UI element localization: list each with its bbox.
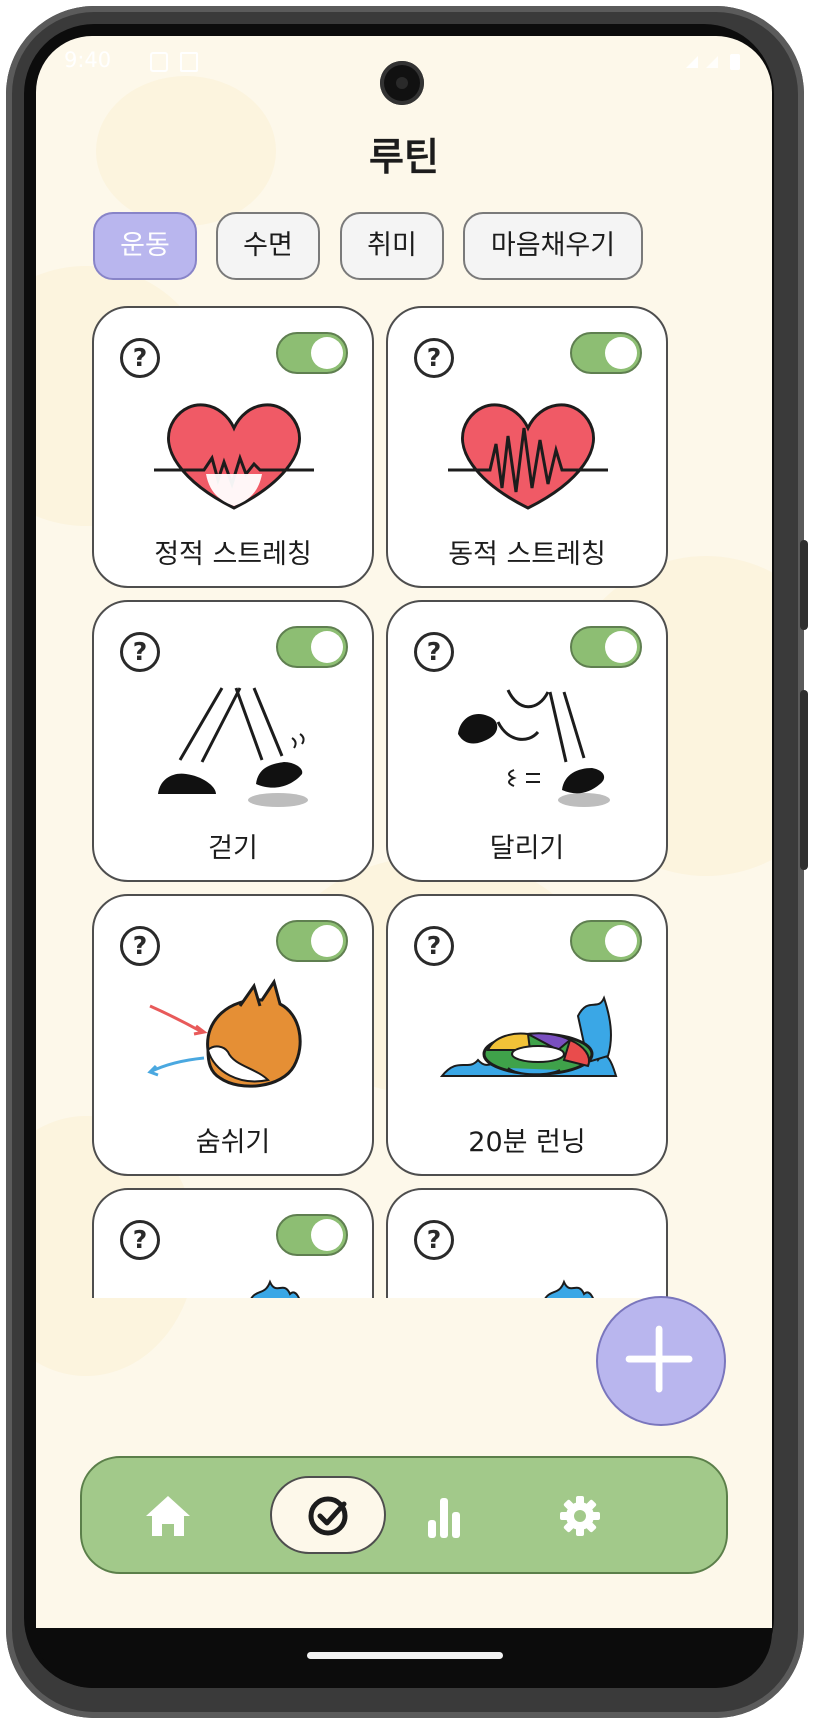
routine-label: 걷기 <box>208 833 258 864</box>
plus-icon <box>625 1325 693 1393</box>
routine-label: 숨쉬기 <box>195 1127 271 1158</box>
routine-card[interactable]: ? 걷기 <box>92 600 374 882</box>
tab-exercise[interactable]: 운동 <box>93 212 197 280</box>
gear-icon <box>560 1496 600 1536</box>
routine-card[interactable]: ? 동적 스트레칭 <box>386 306 668 588</box>
help-icon[interactable]: ? <box>120 926 160 966</box>
routine-label: 20분 런닝 <box>468 1127 586 1158</box>
help-icon[interactable]: ? <box>414 632 454 672</box>
help-icon[interactable]: ? <box>414 1220 454 1260</box>
help-icon[interactable]: ? <box>120 1220 160 1260</box>
routine-toggle[interactable] <box>276 1214 348 1256</box>
toggle-knob <box>311 1219 343 1251</box>
routine-toggle[interactable] <box>276 332 348 374</box>
routine-card[interactable]: ? 달리기 <box>386 600 668 882</box>
help-icon[interactable]: ? <box>120 632 160 672</box>
toggle-knob <box>311 337 343 369</box>
toggle-knob <box>605 337 637 369</box>
toggle-knob <box>605 925 637 957</box>
walking-legs-icon <box>158 687 308 807</box>
routine-toggle[interactable] <box>276 626 348 668</box>
routine-card[interactable]: ? 숨쉬기 <box>92 894 374 1176</box>
routine-toggle[interactable] <box>570 332 642 374</box>
nav-routine[interactable] <box>286 1474 370 1558</box>
notification-icon <box>180 52 198 72</box>
splash-icon <box>250 1279 301 1298</box>
routine-toggle[interactable] <box>276 920 348 962</box>
heart-pulse-icon <box>448 403 608 510</box>
routine-card[interactable]: ? <box>92 1188 374 1298</box>
splash-icon <box>544 1279 595 1298</box>
toggle-knob <box>311 631 343 663</box>
page-title: 루틴 <box>369 135 439 179</box>
help-icon[interactable]: ? <box>120 338 160 378</box>
bottom-nav <box>80 1456 728 1574</box>
swim-ring-splash-icon <box>439 995 618 1077</box>
routine-card[interactable]: ? 정적 스트레칭 <box>92 306 374 588</box>
bar-chart-icon <box>428 1498 460 1538</box>
help-icon[interactable]: ? <box>414 926 454 966</box>
status-time: 9:40 <box>64 48 112 72</box>
check-circle-icon <box>308 1496 348 1536</box>
help-icon[interactable]: ? <box>414 338 454 378</box>
routine-toggle[interactable] <box>570 626 642 668</box>
cat-breathing-icon <box>147 978 302 1088</box>
routine-card[interactable]: ? 20분 런닝 <box>386 894 668 1176</box>
power-button <box>800 540 808 630</box>
home-indicator[interactable] <box>307 1652 503 1659</box>
home-icon <box>146 1496 190 1536</box>
nav-settings[interactable] <box>538 1474 622 1558</box>
running-legs-icon <box>458 689 610 807</box>
toggle-knob <box>605 631 637 663</box>
routine-toggle[interactable] <box>570 920 642 962</box>
routine-label: 동적 스트레칭 <box>448 539 606 570</box>
toggle-knob <box>311 925 343 957</box>
volume-button <box>800 690 808 870</box>
app-screen: 9:40 루틴 운동 수면 취미 마음채우기 ? 정적 스트레칭 ? 동적 스트… <box>36 36 772 1628</box>
front-camera <box>380 61 424 105</box>
signal-battery-icon <box>686 54 740 70</box>
tab-mind[interactable]: 마음채우기 <box>463 212 643 280</box>
routine-label: 달리기 <box>489 833 565 864</box>
nav-home[interactable] <box>126 1474 210 1558</box>
routine-label: 정적 스트레칭 <box>154 539 312 570</box>
heart-pulse-icon <box>154 403 314 510</box>
tab-hobby[interactable]: 취미 <box>340 212 444 280</box>
lock-icon <box>150 52 168 72</box>
nav-stats[interactable] <box>402 1474 486 1558</box>
routine-card[interactable]: ? <box>386 1188 668 1298</box>
tab-sleep[interactable]: 수면 <box>216 212 320 280</box>
add-routine-button[interactable] <box>596 1296 726 1426</box>
